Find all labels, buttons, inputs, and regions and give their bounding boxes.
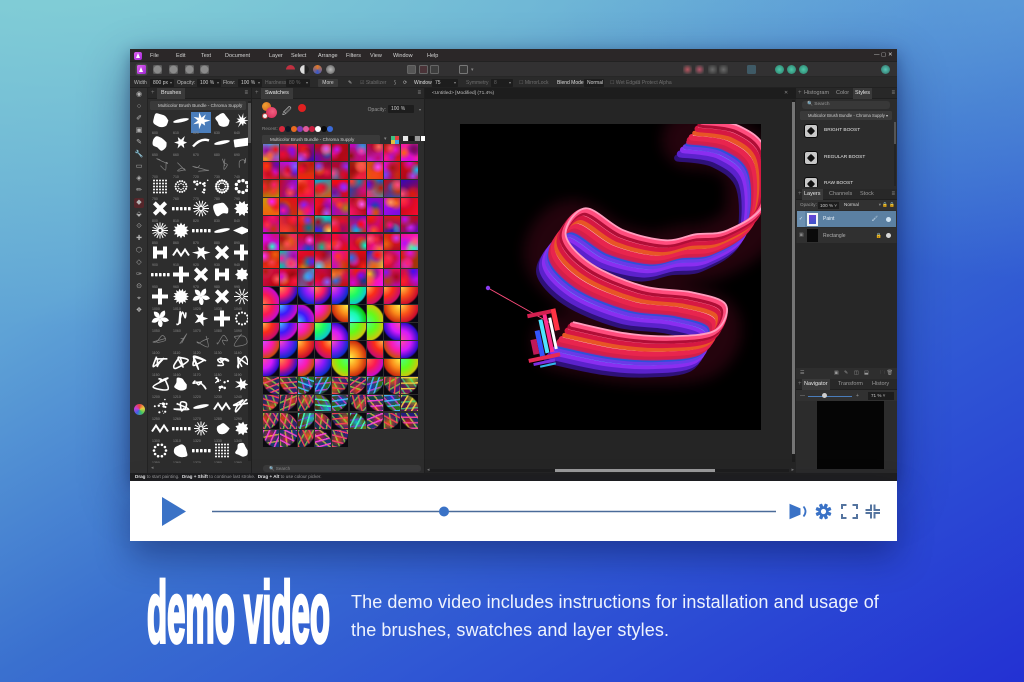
svg-text:demo video: demo video <box>147 572 330 660</box>
